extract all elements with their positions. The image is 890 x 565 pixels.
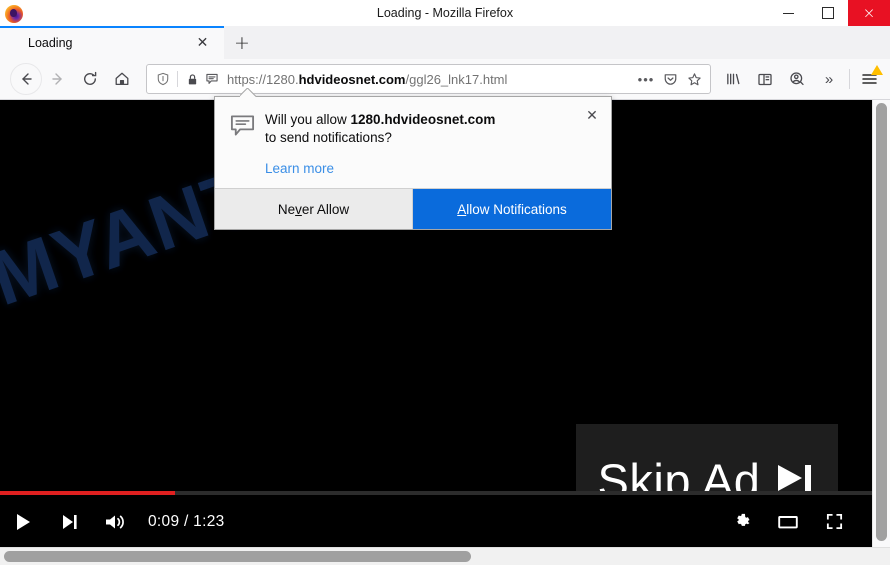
url-subdomain: 1280.: [266, 71, 299, 87]
fullscreen-button[interactable]: [811, 498, 857, 546]
toolbar-divider: [849, 69, 850, 89]
popup-origin: 1280.hdvideosnet.com: [350, 112, 496, 127]
sidebar-icon[interactable]: [749, 63, 781, 95]
tab-strip: Loading ✕ +: [0, 26, 890, 59]
maximize-button[interactable]: [808, 0, 848, 26]
close-icon: ×: [862, 3, 876, 22]
allow-label-after: llow Notifications: [466, 201, 567, 217]
horizontal-scrollbar[interactable]: [0, 547, 890, 565]
padlock-icon[interactable]: [182, 69, 202, 89]
settings-button[interactable]: [719, 498, 765, 546]
notification-permission-popup: Will you allow 1280.hdvideosnet.com to s…: [214, 96, 612, 230]
vertical-scrollbar[interactable]: [872, 100, 890, 548]
notification-bubble-icon: [229, 111, 265, 188]
pocket-icon[interactable]: [658, 69, 682, 89]
play-button[interactable]: [0, 498, 46, 546]
popup-arrow: [240, 88, 256, 97]
menu-icon[interactable]: [854, 63, 884, 95]
popup-prefix-text: Will you allow: [265, 112, 351, 127]
navigation-toolbar: https://1280.hdvideosnet.com/ggl26_lnk17…: [0, 59, 890, 100]
bookmark-star-icon[interactable]: [682, 69, 706, 89]
vertical-scrollbar-thumb[interactable]: [876, 103, 887, 541]
home-button[interactable]: [106, 63, 138, 95]
popup-message-line2: to send notifications?: [265, 130, 392, 145]
url-host: hdvideosnet.com: [298, 71, 406, 87]
never-allow-label-before: Ne: [277, 201, 296, 217]
update-warning-icon: [871, 65, 883, 75]
tab-close-icon[interactable]: ✕: [195, 35, 210, 51]
popup-actions: Ne v er Allow Allow Notifications: [215, 188, 611, 229]
learn-more-link[interactable]: Learn more: [265, 161, 334, 176]
never-allow-label-after: er Allow: [301, 201, 350, 217]
firefox-window: Loading - Mozilla Firefox × Loading ✕ +: [0, 0, 890, 565]
popup-body: Will you allow 1280.hdvideosnet.com to s…: [215, 97, 611, 188]
urlbar-actions: •••: [634, 69, 706, 89]
notification-permission-icon[interactable]: [202, 69, 222, 89]
account-icon[interactable]: [781, 63, 813, 95]
title-bar: Loading - Mozilla Firefox ×: [0, 0, 890, 26]
allow-notifications-button[interactable]: Allow Notifications: [413, 189, 611, 229]
toolbar-right-buttons: »: [717, 63, 884, 95]
popup-close-icon[interactable]: ✕: [583, 107, 601, 125]
url-text[interactable]: https://1280.hdvideosnet.com/ggl26_lnk17…: [227, 72, 634, 87]
volume-button[interactable]: [92, 498, 138, 546]
popup-message: Will you allow 1280.hdvideosnet.com to s…: [265, 111, 597, 188]
tab-loading[interactable]: Loading ✕: [0, 26, 224, 59]
urlbar-divider: [177, 71, 178, 87]
close-window-button[interactable]: ×: [848, 0, 890, 26]
reload-button[interactable]: [74, 63, 106, 95]
never-allow-accesskey: v: [295, 201, 302, 217]
video-control-bar: 0:09 / 1:23: [0, 495, 873, 548]
library-icon[interactable]: [717, 63, 749, 95]
url-scheme: https://: [227, 71, 267, 87]
url-path: /ggl26_lnk17.html: [405, 71, 508, 87]
popup-message-line1: Will you allow 1280.hdvideosnet.com: [265, 111, 573, 129]
back-button[interactable]: [10, 63, 42, 95]
address-bar[interactable]: https://1280.hdvideosnet.com/ggl26_lnk17…: [146, 64, 711, 94]
video-time-display: 0:09 / 1:23: [148, 512, 225, 530]
window-title: Loading - Mozilla Firefox: [376, 6, 514, 20]
firefox-logo-icon: [5, 4, 23, 23]
video-right-controls: [719, 498, 857, 546]
allow-accesskey: A: [457, 201, 467, 217]
page-actions-ellipsis-icon[interactable]: •••: [634, 69, 658, 89]
overflow-icon[interactable]: »: [813, 63, 845, 95]
tab-label: Loading: [28, 35, 73, 50]
window-controls: ×: [768, 0, 890, 26]
theater-mode-button[interactable]: [765, 498, 811, 546]
forward-button[interactable]: [42, 63, 74, 95]
minimize-button[interactable]: [768, 0, 808, 26]
shield-icon[interactable]: [153, 69, 173, 89]
next-button[interactable]: [46, 498, 92, 546]
new-tab-button[interactable]: +: [224, 26, 260, 59]
never-allow-button[interactable]: Ne v er Allow: [215, 189, 413, 229]
horizontal-scrollbar-thumb[interactable]: [4, 551, 472, 562]
